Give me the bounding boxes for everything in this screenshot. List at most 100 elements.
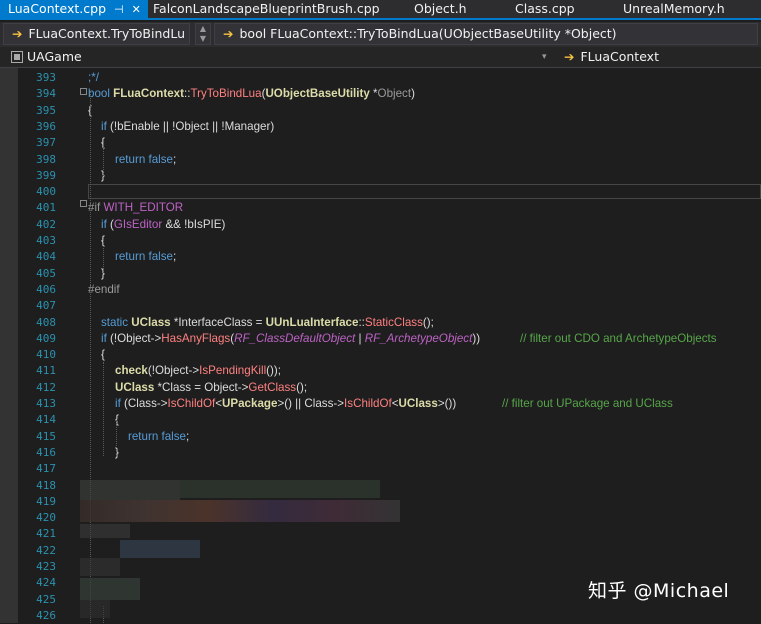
tab-falconlandscape[interactable]: FalconLandscapeBlueprintBrush.cpp [153, 0, 380, 18]
code-line[interactable]: 412 UClass *Class = Object->GetClass(); [0, 380, 761, 396]
scope-dropdown[interactable]: ➔ FLuaContext [562, 47, 659, 67]
code-text: if (GIsEditor && !bIsPIE) [101, 217, 225, 233]
code-line[interactable]: 426 [0, 608, 761, 624]
current-line-highlight [88, 184, 761, 200]
project-dropdown[interactable]: UAGame [8, 47, 82, 67]
code-line[interactable]: 401 #if WITH_EDITOR [0, 200, 761, 216]
code-token: IsChildOf [344, 397, 392, 410]
blurred-region [80, 558, 120, 576]
code-token: GIsEditor [113, 217, 163, 231]
code-line[interactable]: 404 return false; [0, 249, 761, 265]
code-token: | [355, 331, 365, 345]
code-token: (! [106, 119, 118, 133]
tab-luacontext-cpp[interactable]: LuaContext.cpp ⊣ ✕ [0, 0, 148, 18]
pin-icon[interactable]: ⊣ [114, 1, 124, 19]
code-line[interactable]: 414{ [0, 412, 761, 428]
code-token: UClass [398, 397, 438, 410]
spinner-control[interactable]: ▲ ▼ [195, 23, 211, 45]
code-line[interactable]: 403{ [0, 233, 761, 249]
tab-object-h[interactable]: Object.h [414, 0, 467, 18]
code-text: static UClass *InterfaceClass = UUnLuaIn… [101, 315, 434, 331]
code-token: && ! [162, 217, 188, 231]
code-token: = [252, 315, 266, 329]
line-number: 405 [36, 266, 56, 280]
code-token: HasAnyFlags [161, 331, 231, 345]
code-text: { [101, 347, 105, 363]
project-label: UAGame [27, 49, 82, 64]
line-number: 409 [36, 331, 56, 345]
line-number: 418 [36, 478, 56, 492]
code-line[interactable]: 393 ;*/ [0, 70, 761, 86]
code-token: WITH_EDITOR [103, 201, 184, 215]
code-line[interactable]: 409 // filter out CDO and ArchetypeObject… [0, 331, 761, 347]
tab-unrealmemory-h[interactable]: UnrealMemory.h [623, 0, 725, 18]
code-text: return false; [128, 429, 189, 445]
collapse-toggle[interactable] [80, 88, 87, 95]
code-line[interactable]: 397{ [0, 135, 761, 151]
code-line[interactable]: 417 [0, 461, 761, 477]
line-number: 397 [36, 136, 56, 150]
indent-guide [90, 92, 91, 623]
code-comment: // filter out UPackage and UClass [502, 397, 673, 410]
line-number: 395 [36, 103, 56, 117]
chevron-down-icon[interactable]: ▾ [542, 47, 547, 67]
code-line[interactable]: 400 [0, 184, 761, 200]
tab-label: FalconLandscapeBlueprintBrush.cpp [153, 1, 380, 16]
code-token: Class [162, 380, 192, 394]
spinner-up-icon[interactable]: ▲ [196, 24, 210, 34]
collapse-toggle[interactable] [80, 200, 87, 207]
tab-label: LuaContext.cpp [8, 1, 107, 16]
code-token: ( [120, 397, 128, 410]
line-number: 413 [36, 397, 56, 410]
line-number: 410 [36, 348, 56, 362]
code-token: UClass [115, 380, 155, 394]
tab-class-cpp[interactable]: Class.cpp [515, 0, 575, 18]
code-line[interactable]: 413 // filter out UPackage and UClass if (… [0, 396, 761, 412]
blurred-region [120, 540, 200, 558]
code-line[interactable]: 422 [0, 543, 761, 559]
code-line[interactable]: 407 [0, 298, 761, 314]
code-line[interactable]: 395{ [0, 103, 761, 119]
function-combo[interactable]: ➔ bool FLuaContext::TryToBindLua(UObjectB… [214, 23, 758, 45]
code-line[interactable]: 416} [0, 445, 761, 461]
code-line[interactable]: 410 { [0, 347, 761, 363]
close-icon[interactable]: ✕ [132, 1, 141, 19]
code-token: Object [154, 364, 189, 378]
line-number: 394 [36, 87, 56, 101]
member-combo[interactable]: ➔ FLuaContext.TryToBindLu [3, 23, 190, 45]
code-line[interactable]: 402 if (GIsEditor && !bIsPIE) [0, 217, 761, 233]
code-token: IsChildOf [167, 397, 216, 410]
code-line[interactable]: 411 check(!Object->IsPendingKill()); [0, 363, 761, 379]
line-number: 406 [36, 282, 56, 296]
spinner-down-icon[interactable]: ▼ [196, 34, 210, 44]
code-line[interactable]: 408 static UClass *InterfaceClass = UUnLu… [0, 315, 761, 331]
code-line[interactable]: 399} [0, 168, 761, 184]
code-token: Class [304, 397, 334, 410]
code-token: StaticClass [364, 315, 423, 329]
code-line[interactable]: 396 if (!bEnable || !Object || !Manager) [0, 119, 761, 135]
code-token: < [391, 397, 399, 410]
code-token: )) [472, 331, 481, 345]
code-text: return false; [115, 152, 176, 168]
line-number: 399 [36, 168, 56, 182]
code-line[interactable]: 405} [0, 266, 761, 282]
project-icon [11, 51, 23, 63]
code-line[interactable]: 394 bool FLuaContext::TryToBindLua(UObjec… [0, 86, 761, 102]
code-line[interactable]: 415 return false; [0, 429, 761, 445]
arrow-icon: ➔ [564, 49, 575, 64]
tab-bar: LuaContext.cpp ⊣ ✕ FalconLandscapeBlueprin… [0, 0, 761, 20]
line-number: 408 [36, 315, 56, 329]
code-token: -> [333, 397, 345, 410]
code-token: Object [377, 87, 412, 101]
code-token: || ! [159, 119, 176, 133]
line-number: 411 [36, 364, 56, 378]
tab-label: UnrealMemory.h [623, 1, 725, 16]
code-token: false [148, 152, 174, 166]
code-token: return [115, 250, 149, 264]
code-line[interactable]: 398 return false; [0, 152, 761, 168]
code-token: UPackage [222, 397, 278, 410]
code-token: >()) [437, 397, 457, 410]
code-line[interactable]: 406 #endif [0, 282, 761, 298]
watermark-text: 知乎 @Michael [588, 580, 730, 602]
code-editor[interactable]: 393 ;*/394 bool FLuaContext::TryToBindLua(… [0, 68, 761, 623]
